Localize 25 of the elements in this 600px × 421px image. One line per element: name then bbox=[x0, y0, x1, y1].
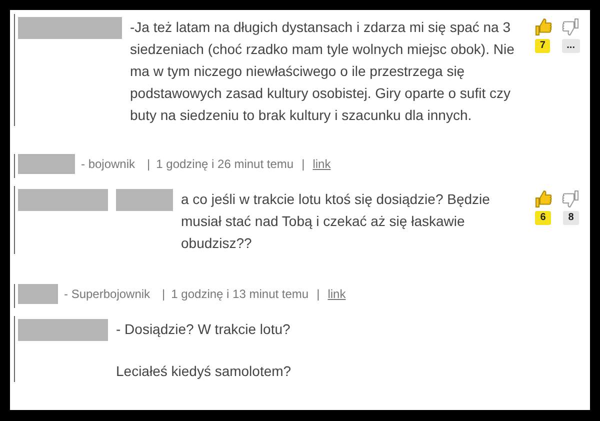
thumbs-up-icon[interactable] bbox=[534, 17, 552, 37]
comment-text: -Ja też latam na długich dystansach i zdarza mi się spać na 3 siedzeniach (choć rzadko mam tyle wolnych miejsc obok). Nie ma w tym niczego niewłaściwego o ile przestrzega się podstawowych zasad kultury osobistej. Giry oparte o sufit czy buty na siedzeniu to brak kultury i szacunku dla innych. bbox=[130, 18, 516, 125]
permalink[interactable]: link bbox=[312, 157, 331, 171]
upvote-count: 6 bbox=[535, 211, 551, 225]
comment-text: Leciałeś kiedyś samolotem? bbox=[116, 362, 292, 381]
redacted-name bbox=[18, 284, 58, 304]
separator: | bbox=[302, 157, 305, 171]
separator: | bbox=[147, 157, 150, 171]
thumbs-down-icon[interactable] bbox=[562, 189, 580, 209]
downvote-count: 8 bbox=[563, 211, 579, 225]
thumbs-down-icon[interactable] bbox=[562, 17, 580, 37]
redacted-name bbox=[18, 154, 75, 174]
comment-text: a co jeśli w trakcie lotu ktoś się dosiądzie? Będzie musiał stać nad Tobą i czekać aż się łaskawie obudzisz?? bbox=[181, 190, 491, 253]
timestamp: 1 godzinę i 13 minut temu bbox=[171, 287, 309, 301]
separator: | bbox=[162, 287, 166, 301]
user-rank: - bojownik bbox=[81, 157, 136, 171]
user-rank: - Superbojownik bbox=[64, 287, 150, 301]
permalink[interactable]: link bbox=[328, 287, 346, 301]
separator: | bbox=[316, 287, 320, 301]
redacted-name bbox=[116, 189, 173, 211]
thumbs-up-icon[interactable] bbox=[534, 189, 552, 209]
comment-text: - Dosiądzie? W trakcie lotu? bbox=[116, 320, 292, 339]
timestamp: 1 godzinę i 26 minut temu bbox=[156, 157, 294, 171]
downvote-count: ... bbox=[562, 39, 580, 53]
upvote-count: 7 bbox=[534, 39, 550, 53]
